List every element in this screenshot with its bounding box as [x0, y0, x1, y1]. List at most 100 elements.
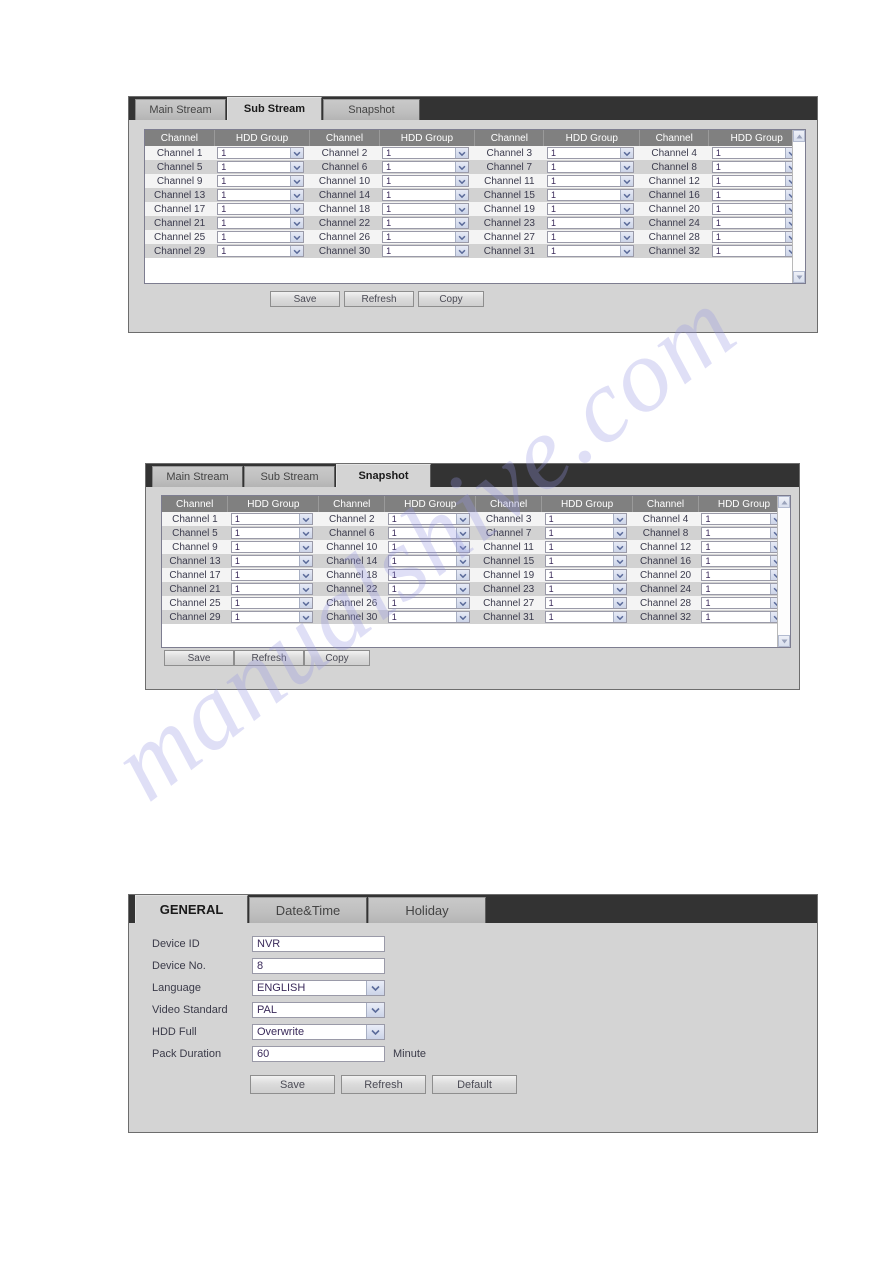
hdd-group-select[interactable]: 1	[701, 513, 784, 525]
scrollbar-track[interactable]	[793, 142, 805, 271]
hdd-group-select[interactable]: 1	[546, 147, 634, 159]
chevron-down-icon[interactable]	[619, 176, 633, 186]
hdd-group-select[interactable]: 1	[217, 147, 304, 159]
hdd-group-select[interactable]: 1	[217, 231, 304, 243]
chevron-down-icon[interactable]	[455, 598, 469, 608]
table-vertical-scrollbar[interactable]	[777, 496, 790, 647]
chevron-down-icon[interactable]	[289, 232, 303, 242]
hdd-group-select[interactable]: 1	[230, 527, 313, 539]
chevron-down-icon[interactable]	[455, 528, 469, 538]
hdd-group-select[interactable]: 1	[701, 583, 784, 595]
language-select[interactable]: ENGLISH	[252, 980, 385, 996]
hdd-group-select[interactable]: 1	[701, 611, 784, 623]
chevron-down-icon[interactable]	[619, 190, 633, 200]
hdd-group-select[interactable]: 1	[230, 541, 313, 553]
hdd-group-select[interactable]: 1	[217, 161, 304, 173]
hdd-group-select[interactable]: 1	[387, 555, 470, 567]
hdd-group-select[interactable]: 1	[546, 189, 634, 201]
chevron-down-icon[interactable]	[455, 612, 469, 622]
hdd-group-select[interactable]: 1	[544, 597, 627, 609]
chevron-down-icon[interactable]	[612, 528, 626, 538]
tab-snapshot[interactable]: Snapshot	[336, 464, 431, 487]
hdd-group-select[interactable]: 1	[711, 231, 799, 243]
chevron-down-icon[interactable]	[455, 584, 469, 594]
chevron-down-icon[interactable]	[454, 232, 468, 242]
chevron-down-icon[interactable]	[612, 556, 626, 566]
hdd-group-select[interactable]: 1	[382, 231, 469, 243]
hdd-group-select[interactable]: 1	[711, 175, 799, 187]
chevron-down-icon[interactable]	[455, 514, 469, 524]
hdd-group-select[interactable]: 1	[544, 527, 627, 539]
tab-main-stream[interactable]: Main Stream	[135, 99, 226, 120]
chevron-down-icon[interactable]	[619, 246, 633, 256]
chevron-down-icon[interactable]	[366, 981, 384, 995]
hdd-group-select[interactable]: 1	[546, 245, 634, 257]
hdd-group-select[interactable]: 1	[544, 555, 627, 567]
hdd-group-select[interactable]: 1	[711, 245, 799, 257]
pack-duration-field[interactable]: 60	[252, 1046, 385, 1062]
hdd-group-select[interactable]: 1	[230, 513, 313, 525]
hdd-group-select[interactable]: 1	[387, 583, 470, 595]
hdd-group-select[interactable]: 1	[546, 217, 634, 229]
tab-holiday[interactable]: Holiday	[368, 897, 486, 923]
chevron-down-icon[interactable]	[454, 246, 468, 256]
chevron-down-icon[interactable]	[298, 528, 312, 538]
chevron-down-icon[interactable]	[298, 612, 312, 622]
hdd-group-select[interactable]: 1	[701, 555, 784, 567]
hdd-group-select[interactable]: 1	[230, 597, 313, 609]
hdd-group-select[interactable]: 1	[546, 175, 634, 187]
hdd-group-select[interactable]: 1	[217, 245, 304, 257]
chevron-down-icon[interactable]	[612, 542, 626, 552]
chevron-down-icon[interactable]	[454, 162, 468, 172]
copy-button[interactable]: Copy	[418, 291, 484, 307]
chevron-down-icon[interactable]	[289, 176, 303, 186]
hdd-group-select[interactable]: 1	[544, 541, 627, 553]
hdd-group-select[interactable]: 1	[387, 527, 470, 539]
scroll-down-arrow-icon[interactable]	[793, 271, 805, 283]
chevron-down-icon[interactable]	[298, 570, 312, 580]
chevron-down-icon[interactable]	[619, 232, 633, 242]
chevron-down-icon[interactable]	[612, 570, 626, 580]
save-button[interactable]: Save	[164, 650, 234, 666]
hdd-group-select[interactable]: 1	[544, 569, 627, 581]
chevron-down-icon[interactable]	[619, 204, 633, 214]
refresh-button[interactable]: Refresh	[341, 1075, 426, 1094]
hdd-group-select[interactable]: 1	[382, 203, 469, 215]
hdd-group-select[interactable]: 1	[701, 541, 784, 553]
hdd-group-select[interactable]: 1	[382, 147, 469, 159]
hdd-group-select[interactable]: 1	[387, 541, 470, 553]
scrollbar-track[interactable]	[778, 508, 790, 635]
device-id-field[interactable]: NVR	[252, 936, 385, 952]
tab-sub-stream[interactable]: Sub Stream	[227, 97, 322, 120]
hdd-group-select[interactable]: 1	[217, 189, 304, 201]
hdd-group-select[interactable]: 1	[701, 527, 784, 539]
hdd-group-select[interactable]: 1	[217, 203, 304, 215]
chevron-down-icon[interactable]	[366, 1003, 384, 1017]
hdd-group-select[interactable]: 1	[387, 611, 470, 623]
hdd-group-select[interactable]: 1	[544, 513, 627, 525]
chevron-down-icon[interactable]	[455, 570, 469, 580]
hdd-group-select[interactable]: 1	[230, 555, 313, 567]
chevron-down-icon[interactable]	[298, 514, 312, 524]
hdd-group-select[interactable]: 1	[711, 217, 799, 229]
hdd-group-select[interactable]: 1	[382, 217, 469, 229]
refresh-button[interactable]: Refresh	[234, 650, 304, 666]
chevron-down-icon[interactable]	[289, 148, 303, 158]
scroll-down-arrow-icon[interactable]	[778, 635, 790, 647]
hdd-group-select[interactable]: 1	[382, 161, 469, 173]
tab-snapshot[interactable]: Snapshot	[323, 99, 420, 120]
hdd-group-select[interactable]: 1	[711, 161, 799, 173]
chevron-down-icon[interactable]	[619, 218, 633, 228]
hdd-group-select[interactable]: 1	[387, 513, 470, 525]
chevron-down-icon[interactable]	[619, 162, 633, 172]
chevron-down-icon[interactable]	[289, 190, 303, 200]
copy-button[interactable]: Copy	[304, 650, 370, 666]
chevron-down-icon[interactable]	[289, 204, 303, 214]
chevron-down-icon[interactable]	[455, 556, 469, 566]
refresh-button[interactable]: Refresh	[344, 291, 414, 307]
hdd-group-select[interactable]: 1	[546, 231, 634, 243]
default-button[interactable]: Default	[432, 1075, 517, 1094]
hdd-group-select[interactable]: 1	[230, 611, 313, 623]
hdd-group-select[interactable]: 1	[382, 189, 469, 201]
video-standard-select[interactable]: PAL	[252, 1002, 385, 1018]
